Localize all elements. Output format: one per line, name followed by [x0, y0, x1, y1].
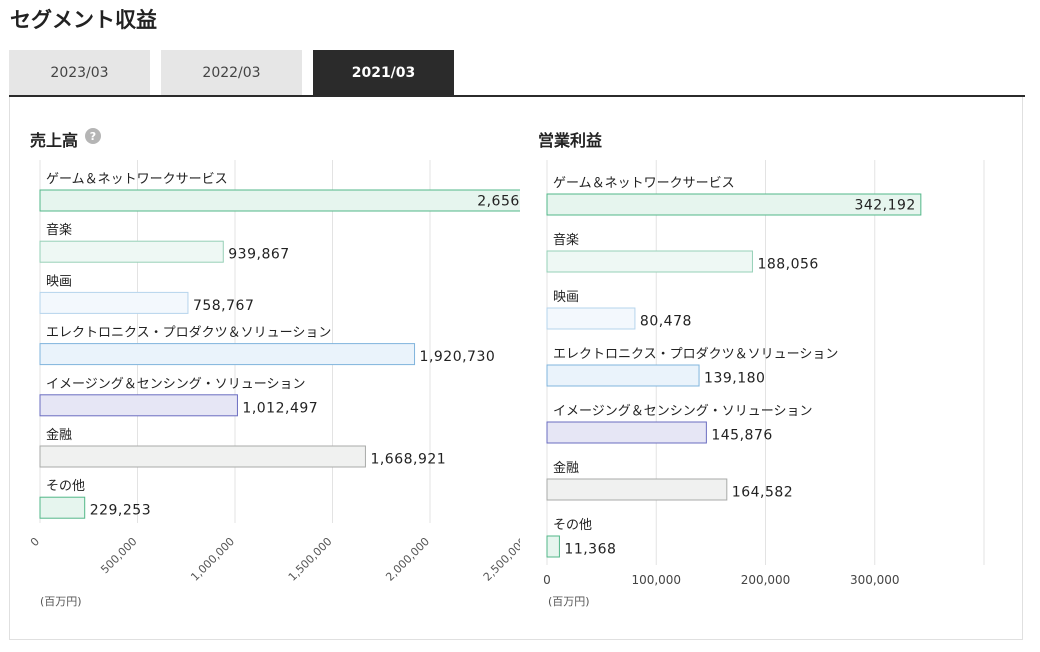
sales-bar-chart: ゲーム＆ネットワークサービス 2,656,278 音楽 939,867 映画 758,76…: [28, 160, 520, 584]
sales-value-label: 1,012,497: [242, 400, 318, 416]
sales-value-label: 939,867: [228, 247, 289, 263]
sales-tick-label: 500,000: [98, 535, 139, 576]
sales-bar: [39, 394, 238, 417]
profit-tick-label: 0: [543, 573, 551, 587]
sales-unit-label: (百万円): [40, 595, 82, 608]
sales-tick-label: 2,500,000: [481, 535, 520, 584]
profit-bar-chart: ゲーム＆ネットワークサービス 342,192 音楽 188,056 映画 80,478 エレ…: [543, 160, 985, 587]
profit-category-label: ゲーム＆ネットワークサービス: [553, 176, 735, 191]
sales-value-label: 1,920,730: [420, 349, 496, 365]
profit-value-label: 11,368: [564, 542, 616, 558]
profit-category-label: 映画: [553, 290, 579, 305]
profit-tick-label: 300,000: [850, 573, 900, 587]
sales-category-label: その他: [46, 479, 85, 494]
sales-category-label: イメージング＆センシング・ソリューション: [46, 377, 305, 392]
sales-category-label: 金融: [46, 427, 72, 443]
sales-value-label: 758,767: [193, 298, 254, 314]
profit-value-label: 164,582: [732, 485, 793, 501]
profit-value-label: 342,192: [854, 198, 915, 214]
profit-value-label: 188,056: [757, 257, 818, 273]
profit-category-label: エレクトロニクス・プロダクツ＆ソリューション: [553, 347, 838, 362]
sales-tick-label: 2,000,000: [383, 535, 432, 584]
sales-bar: [39, 291, 189, 314]
sales-bar: [39, 343, 416, 366]
profit-value-label: 80,478: [640, 314, 692, 330]
profit-tick-label: 100,000: [631, 573, 681, 587]
profit-category-label: 音楽: [553, 232, 579, 248]
sales-value-label: 2,656,278: [477, 194, 520, 210]
profit-bar: [546, 478, 728, 501]
profit-category-label: その他: [553, 518, 592, 533]
sales-tick-label: 0: [28, 535, 42, 549]
sales-value-label: 1,668,921: [370, 452, 446, 468]
sales-category-label: ゲーム＆ネットワークサービス: [46, 172, 228, 187]
profit-bar: [546, 250, 753, 273]
profit-value-label: 145,876: [711, 428, 772, 444]
profit-bar: [546, 307, 636, 330]
sales-tick-label: 1,500,000: [286, 535, 335, 584]
sales-bar: [39, 496, 86, 519]
profit-tick-label: 200,000: [741, 573, 791, 587]
profit-bar: [546, 364, 700, 387]
sales-category-label: 音楽: [46, 222, 72, 238]
profit-unit-label: (百万円): [548, 595, 590, 608]
profit-category-label: イメージング＆センシング・ソリューション: [553, 404, 812, 419]
sales-tick-label: 1,000,000: [188, 535, 237, 584]
sales-value-label: 229,253: [90, 503, 151, 519]
sales-category-label: 映画: [46, 274, 72, 289]
profit-bar: [546, 535, 560, 558]
sales-category-label: エレクトロニクス・プロダクツ＆ソリューション: [46, 326, 331, 341]
profit-value-label: 139,180: [704, 371, 765, 387]
profit-bar: [546, 421, 707, 444]
sales-bar: [39, 189, 520, 212]
sales-bar: [39, 445, 366, 468]
profit-category-label: 金融: [553, 460, 579, 476]
sales-bar: [39, 240, 224, 263]
